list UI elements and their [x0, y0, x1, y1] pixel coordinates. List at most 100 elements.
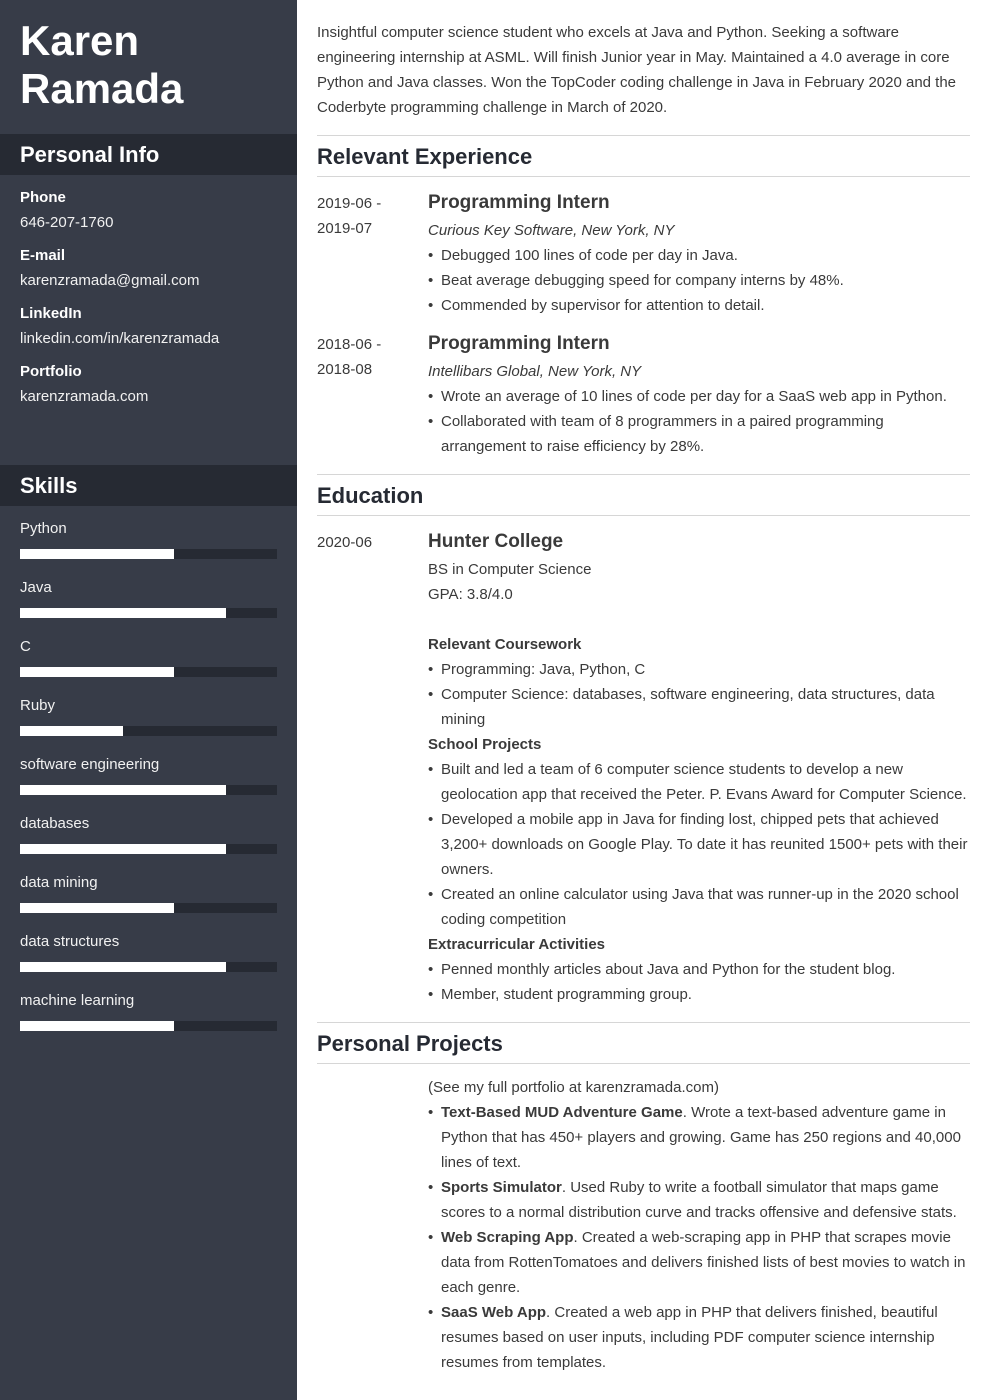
bullet-item: Wrote an average of 10 lines of code per…: [428, 384, 970, 409]
personal-info: Phone 646-207-1760 E-mail karenzramada@g…: [0, 175, 297, 465]
bullet-item: Created an online calculator using Java …: [428, 882, 970, 932]
skill-level-bar: [20, 962, 277, 972]
experience-entry: 2018-06 - 2018-08 Programming Intern Int…: [317, 318, 970, 459]
personal-info-heading: Personal Info: [0, 134, 297, 175]
skill-level-bar: [20, 667, 277, 677]
skill-level-fill: [20, 844, 226, 854]
contact-label: LinkedIn: [20, 305, 82, 322]
company: Curious Key Software, New York, NY: [428, 222, 675, 239]
skill-level-bar: [20, 785, 277, 795]
bullet-item: Commended by supervisor for attention to…: [428, 293, 970, 318]
skill-level-bar: [20, 903, 277, 913]
project-item: Text-Based MUD Adventure Game. Wrote a t…: [428, 1100, 970, 1175]
skill-level-fill: [20, 785, 226, 795]
contact-label: Portfolio: [20, 363, 82, 380]
project-item: Web Scraping App. Created a web-scraping…: [428, 1225, 970, 1300]
projects-entry: (See my full portfolio at karenzramada.c…: [317, 1064, 970, 1375]
contact-phone: Phone 646-207-1760: [20, 188, 277, 233]
bullet-item: Programming: Java, Python, C: [428, 657, 970, 682]
skill-level-fill: [20, 608, 226, 618]
education-entry: 2020-06 Hunter College BS in Computer Sc…: [317, 516, 970, 1007]
skills-heading: Skills: [0, 465, 297, 506]
bullet-item: Debugged 100 lines of code per day in Ja…: [428, 243, 970, 268]
skill-name: C: [20, 638, 31, 655]
bullet-item: Computer Science: databases, software en…: [428, 682, 970, 732]
main-content: Insightful computer science student who …: [317, 20, 970, 1375]
gpa: GPA: 3.8/4.0: [428, 586, 513, 603]
job-title: Programming Intern: [428, 192, 610, 213]
empty-date: [317, 1075, 428, 1375]
skill-name: Ruby: [20, 697, 56, 714]
date-end: 2018-08: [317, 361, 373, 378]
skill-level-bar: [20, 1021, 277, 1031]
bullet-list: Wrote an average of 10 lines of code per…: [428, 384, 970, 459]
skill-name: databases: [20, 815, 90, 832]
entry-body: Programming Intern Intellibars Global, N…: [428, 331, 970, 459]
skill-level-bar: [20, 844, 277, 854]
linkedin-link[interactable]: linkedin.com/in/karenzramada: [20, 329, 277, 349]
project-item: SaaS Web App. Created a web app in PHP t…: [428, 1300, 970, 1375]
contact-linkedin: LinkedIn linkedin.com/in/karenzramada: [20, 304, 277, 349]
company: Intellibars Global, New York, NY: [428, 363, 642, 380]
entry-date: 2019-06 - 2019-07: [317, 190, 428, 318]
skill-item: software engineering: [20, 756, 277, 815]
bullet-item: Developed a mobile app in Java for findi…: [428, 807, 970, 882]
skill-level-bar: [20, 549, 277, 559]
experience-entry: 2019-06 - 2019-07 Programming Intern Cur…: [317, 177, 970, 318]
contact-label: E-mail: [20, 247, 66, 264]
project-name: Text-Based MUD Adventure Game: [441, 1104, 683, 1121]
skill-item: Python: [20, 520, 277, 579]
skills-list: Python Java C Ruby software engineering datab…: [0, 506, 297, 1051]
contact-label: Phone: [20, 189, 66, 206]
project-name: Web Scraping App: [441, 1229, 574, 1246]
email-value[interactable]: karenzramada@gmail.com: [20, 271, 277, 291]
school-name: Hunter College: [428, 531, 564, 552]
skill-level-bar: [20, 726, 277, 736]
education-heading: Education: [317, 475, 970, 516]
extracurricular-list: Penned monthly articles about Java and P…: [428, 957, 970, 1007]
date-start: 2018-06 -: [317, 336, 382, 353]
entry-body: Programming Intern Curious Key Software,…: [428, 190, 970, 318]
skill-item: Java: [20, 579, 277, 638]
contact-email: E-mail karenzramada@gmail.com: [20, 246, 277, 291]
phone-value: 646-207-1760: [20, 214, 114, 231]
date-end: 2019-07: [317, 220, 373, 237]
education-section: 2020-06 Hunter College BS in Computer Sc…: [317, 516, 970, 1023]
date-start: 2019-06 -: [317, 195, 382, 212]
school-projects-list: Built and led a team of 6 computer scien…: [428, 757, 970, 932]
skill-name: data structures: [20, 933, 120, 950]
portfolio-note: (See my full portfolio at karenzramada.c…: [428, 1079, 719, 1096]
project-item: Sports Simulator. Used Ruby to write a f…: [428, 1175, 970, 1225]
skill-level-fill: [20, 903, 175, 913]
skill-level-fill: [20, 667, 175, 677]
skill-level-fill: [20, 549, 175, 559]
contact-portfolio: Portfolio karenzramada.com: [20, 362, 277, 407]
skill-item: machine learning: [20, 992, 277, 1051]
skill-name: machine learning: [20, 992, 135, 1009]
degree: BS in Computer Science: [428, 561, 592, 578]
bullet-item: Built and led a team of 6 computer scien…: [428, 757, 970, 807]
extracurricular-heading: Extracurricular Activities: [428, 936, 606, 953]
skill-item: data mining: [20, 874, 277, 933]
entry-date: 2018-06 - 2018-08: [317, 331, 428, 459]
bullet-item: Member, student programming group.: [428, 982, 970, 1007]
experience-section: 2019-06 - 2019-07 Programming Intern Cur…: [317, 177, 970, 475]
school-projects-heading: School Projects: [428, 736, 542, 753]
portfolio-link[interactable]: karenzramada.com: [20, 387, 277, 407]
bullet-item: Penned monthly articles about Java and P…: [428, 957, 970, 982]
skill-item: databases: [20, 815, 277, 874]
skill-level-bar: [20, 608, 277, 618]
skill-name: Java: [20, 579, 52, 596]
skill-level-fill: [20, 1021, 175, 1031]
skill-name: Python: [20, 520, 67, 537]
project-name: SaaS Web App: [441, 1304, 547, 1321]
skill-item: C: [20, 638, 277, 697]
education-date: 2020-06: [317, 534, 373, 551]
skill-level-fill: [20, 726, 123, 736]
personal-projects-list: Text-Based MUD Adventure Game. Wrote a t…: [428, 1100, 970, 1375]
coursework-list: Programming: Java, Python, C Computer Sc…: [428, 657, 970, 732]
entry-body: (See my full portfolio at karenzramada.c…: [428, 1075, 970, 1375]
coursework-heading: Relevant Coursework: [428, 636, 582, 653]
skill-item: Ruby: [20, 697, 277, 756]
